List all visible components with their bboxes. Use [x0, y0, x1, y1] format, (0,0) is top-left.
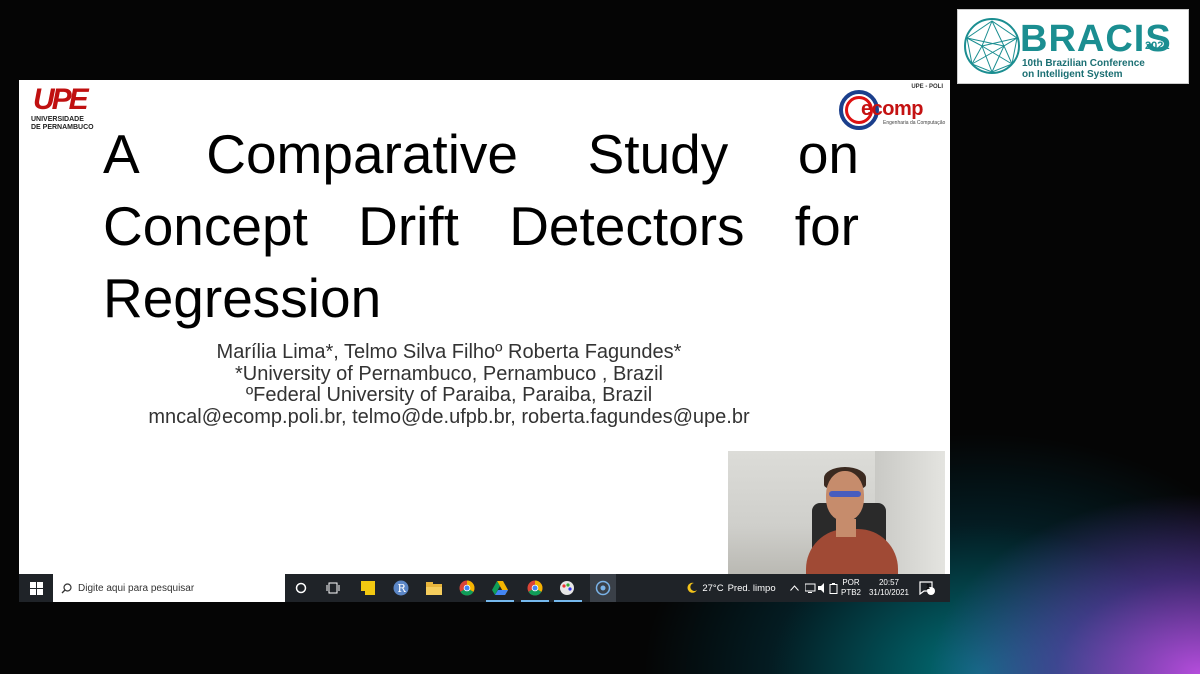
bracis-year: 2021 — [1145, 40, 1170, 52]
start-button[interactable] — [19, 574, 53, 602]
ecomp-logo-mark: ecomp — [861, 98, 923, 120]
r-icon[interactable]: R — [391, 578, 411, 598]
globe-icon — [964, 18, 1020, 74]
chrome-alt-icon[interactable] — [525, 578, 545, 598]
file-explorer-icon[interactable] — [424, 578, 444, 598]
active-app-indicator — [486, 600, 514, 602]
notification-center-button[interactable]: 1 — [917, 574, 937, 602]
task-view-icon[interactable] — [323, 578, 343, 598]
weather-widget[interactable]: 27°C Pred. limpo — [685, 574, 777, 602]
slide-title: A Comparative Study on Concept Drift Det… — [103, 118, 859, 334]
language-bottom: PTB2 — [840, 588, 861, 597]
sticky-notes-icon[interactable] — [358, 578, 378, 598]
windows-logo-icon — [29, 581, 43, 595]
bracis-subtitle-1: 10th Brazilian Conference — [1022, 58, 1145, 69]
upe-logo-line1: UNIVERSIDADE — [31, 116, 84, 123]
slide-title-line-1: A Comparative Study on — [103, 123, 859, 185]
author-block: Marília Lima*, Telmo Silva Filhoº Robert… — [19, 341, 879, 428]
author-emails: mncal@ecomp.poli.br, telmo@de.ufpb.br, r… — [148, 405, 750, 428]
bracis-logo: BRACIS 2021 10th Brazilian Conference on… — [957, 9, 1189, 84]
google-drive-icon[interactable] — [490, 578, 510, 598]
upe-logo: UPE UNIVERSIDADE DE PERNAMBUCO — [31, 83, 103, 132]
bracis-wordmark: BRACIS — [1020, 18, 1172, 60]
clock[interactable]: 20:57 31/10/2021 — [867, 574, 911, 602]
clock-time: 20:57 — [878, 578, 900, 587]
clock-date: 31/10/2021 — [868, 588, 910, 597]
ecomp-logo-top-text: UPE - POLI — [911, 84, 943, 90]
language-indicator[interactable]: POR PTB2 — [839, 574, 863, 602]
weather-temp: 27°C — [702, 582, 724, 594]
ecomp-logo-caption: Engenharia da Computação — [883, 120, 946, 126]
taskbar-search-box[interactable]: Digite aqui para pesquisar — [53, 574, 285, 602]
slide-title-line-3: Regression — [103, 267, 382, 329]
paint-icon[interactable] — [557, 578, 577, 598]
author-names: Marília Lima*, Telmo Silva Filhoº Robert… — [216, 341, 682, 363]
taskbar: Digite aqui para pesquisar R 27°C Pred. … — [19, 574, 950, 602]
affiliation-1: *University of Pernambuco, Pernambuco , … — [235, 362, 663, 385]
search-icon — [61, 582, 72, 593]
bracis-subtitle-2: on Intelligent System — [1022, 69, 1123, 80]
screen-share-icon[interactable] — [590, 574, 616, 602]
chevron-up-icon[interactable] — [787, 578, 801, 598]
battery-icon[interactable] — [827, 578, 839, 598]
chrome-icon[interactable] — [457, 578, 477, 598]
upe-logo-mark: UPE — [33, 83, 89, 116]
weather-desc: Pred. limpo — [727, 582, 776, 594]
upe-logo-line2: DE PERNAMBUCO — [31, 124, 94, 131]
shared-screen: UPE UNIVERSIDADE DE PERNAMBUCO UPE - POL… — [19, 80, 950, 602]
cortana-icon[interactable] — [291, 578, 311, 598]
notification-count: 1 — [926, 584, 930, 591]
moon-icon — [687, 582, 698, 593]
presenter-webcam — [728, 451, 945, 576]
affiliation-2: ºFederal University of Paraiba, Paraiba,… — [245, 384, 653, 406]
glasses — [829, 491, 861, 497]
slide-title-line-2: Concept Drift Detectors for — [103, 195, 859, 257]
network-icon[interactable] — [803, 578, 817, 598]
language-top: POR — [842, 578, 860, 587]
search-placeholder: Digite aqui para pesquisar — [78, 582, 195, 594]
svg-text:R: R — [398, 582, 407, 595]
